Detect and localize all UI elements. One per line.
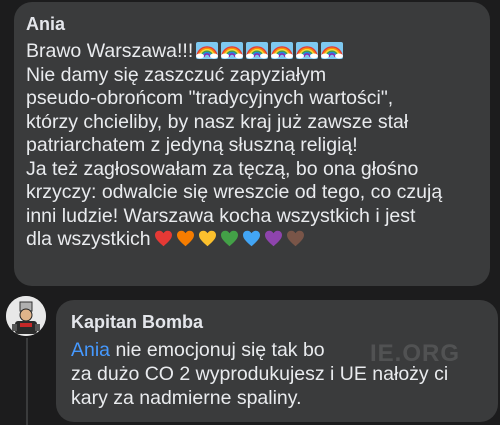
watermark: IE.ORG — [370, 340, 461, 367]
purple-heart-icon — [264, 230, 282, 247]
rainbow-icon — [321, 42, 344, 59]
comment-line-text: dla wszystkich — [26, 228, 151, 250]
rainbow-icon — [296, 42, 319, 59]
comment-line-text: nie emocjonuj się tak bo — [110, 339, 325, 361]
comment-author[interactable]: Ania — [26, 14, 65, 35]
blue-heart-icon — [242, 230, 260, 247]
comment-line-5: patriarchatem z jedyną słuszną religią! — [26, 134, 358, 156]
avatar-image — [6, 296, 46, 336]
comment-line-6: Ja też zagłosowałam za tęczą, bo ona gło… — [26, 157, 419, 180]
comment-line-9: dla wszystkich — [26, 228, 486, 252]
avatar[interactable] — [6, 296, 46, 336]
comment-line-3: kary za nadmierne spaliny. — [71, 387, 302, 409]
rainbow-icon — [271, 42, 294, 59]
orange-heart-icon — [176, 230, 194, 247]
comment-line-3: pseudo-obrońcom "tradycyjnych wartości", — [26, 87, 394, 109]
red-heart-icon — [154, 230, 172, 247]
rainbow-icon — [221, 42, 244, 59]
mention-link[interactable]: Ania — [71, 339, 110, 361]
comment-text: Brawo Warszawa!!! Nie damy się zaszczuć … — [26, 40, 486, 252]
rainbow-icon — [246, 42, 269, 59]
comment-line-2: Nie damy się zaszczuć zapyziałym — [26, 63, 327, 86]
comment-line-text: Brawo Warszawa!!! — [26, 40, 194, 62]
rainbow-icon — [196, 42, 219, 59]
green-heart-icon — [220, 230, 238, 247]
yellow-heart-icon — [198, 230, 216, 247]
thread-line — [26, 338, 28, 425]
comment-line-7: krzyczy: odwalcie się wreszcie od tego, … — [26, 181, 443, 203]
comment-author[interactable]: Kapitan Bomba — [71, 312, 203, 333]
comment-bubble-ania: Ania Brawo Warszawa!!! Nie damy się zasz… — [14, 2, 490, 286]
comment-line-4: którzy chcieliby, by nasz kraj już zawsz… — [26, 110, 409, 133]
comment-line-8: inni ludzie! Warszawa kocha wszystkich i… — [26, 204, 416, 227]
brown-heart-icon — [286, 230, 304, 247]
comment-line-1: Brawo Warszawa!!! — [26, 40, 486, 64]
